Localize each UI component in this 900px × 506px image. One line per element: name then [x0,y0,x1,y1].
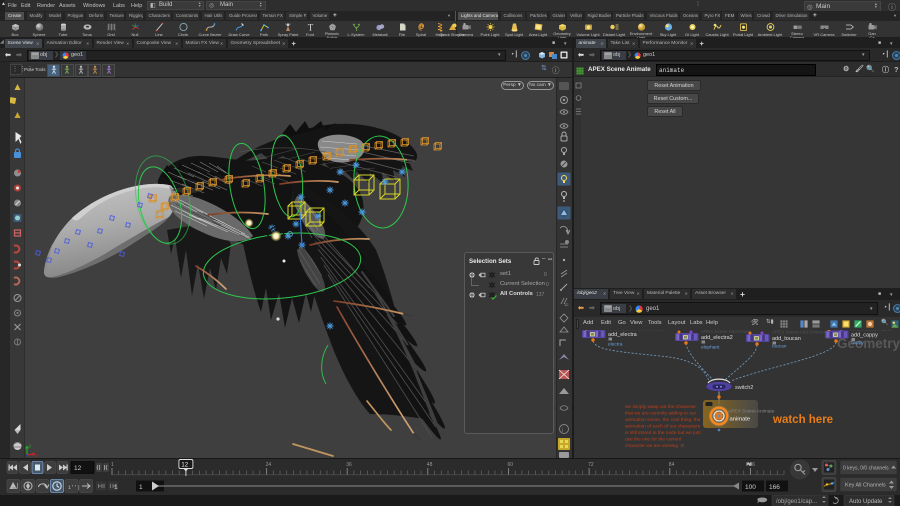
svg-text:add_electra: add_electra [608,332,638,338]
svg-text:y: y [29,443,32,448]
svg-text:animate: animate [730,417,751,423]
svg-text:T: T [307,23,313,32]
svg-text:60: 60 [508,462,514,468]
svg-text:APEX Scene Add Character: APEX Scene Add Character [772,330,830,335]
svg-text:48: 48 [427,462,433,468]
svg-text:electra: electra [608,342,623,348]
svg-text:that we are curently adding to: that we are curently adding to our [625,411,697,417]
svg-text:166: 166 [769,484,780,491]
svg-text:12: 12 [564,302,569,307]
svg-text:Key All Channels: Key All Channels [845,483,886,489]
svg-text:animation of each of our chara: animation of each of our characters [625,424,701,430]
svg-text:APEX Scene Add Chara: APEX Scene Add Chara [701,330,751,334]
svg-text:84: 84 [669,462,675,468]
svg-text:24: 24 [266,462,272,468]
svg-text:add_toucan: add_toucan [772,336,801,342]
svg-text:0 keys, 0/0 channels: 0 keys, 0/0 channels [843,466,889,472]
svg-text:switch2: switch2 [735,385,753,391]
svg-text:add_cappy: add_cappy [851,333,878,339]
svg-text:is still stored in the node bu: is still stored in the node but we just [625,430,701,436]
svg-text:add_electra2: add_electra2 [701,335,733,341]
svg-text:watch here: watch here [772,414,833,426]
svg-text:1: 1 [111,462,114,468]
svg-text:Auto Update: Auto Update [849,499,883,505]
svg-text:12: 12 [74,465,82,472]
svg-text:we simply swap out the charact: we simply swap out the character [625,404,696,410]
svg-text:1: 1 [114,484,118,491]
svg-text:100: 100 [745,484,756,491]
svg-text:12: 12 [181,463,188,469]
svg-text:i: i [562,428,563,434]
svg-text:1: 1 [139,484,143,491]
svg-text:/obj/geo1/cap...: /obj/geo1/cap... [776,499,817,505]
svg-text:36: 36 [346,462,352,468]
svg-text:72: 72 [588,462,594,468]
svg-text:cappy: cappy [851,341,864,346]
svg-text:APEX Scene Animate: APEX Scene Animate [728,409,775,415]
svg-text:animation scene. the cool thin: animation scene. the cool thing: the [625,417,701,423]
svg-text:use the one for the current: use the one for the current [625,437,682,443]
svg-text:1''|: 1''| [68,485,80,491]
svg-text:character we are viewing :D: character we are viewing :D [625,443,685,449]
svg-text:elephant: elephant [701,345,720,351]
svg-text:toucan: toucan [772,344,787,350]
